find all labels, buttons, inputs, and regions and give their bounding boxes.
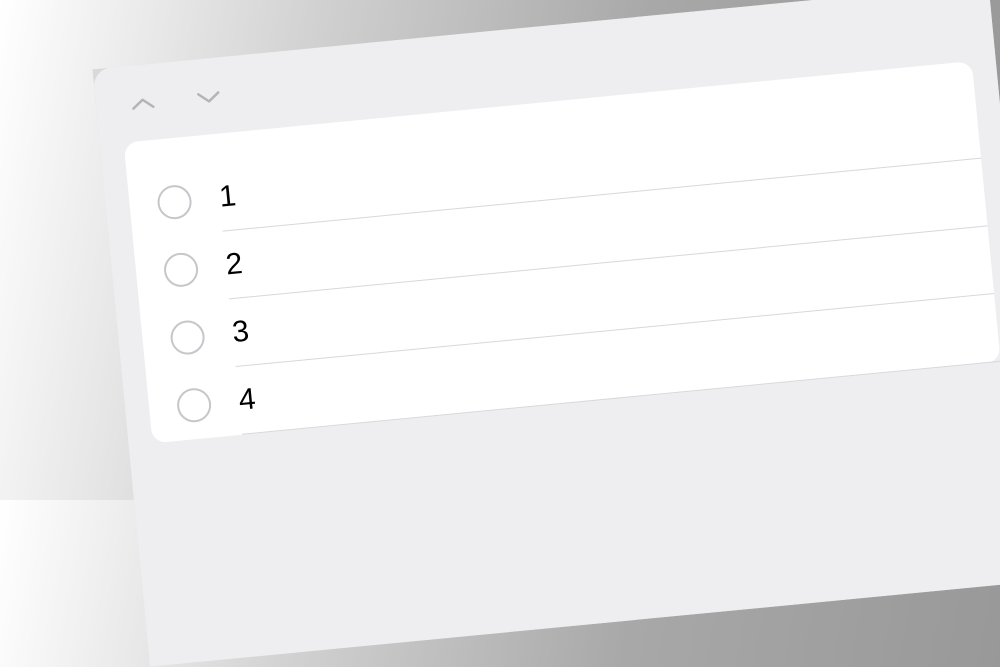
- list-item-label: 1: [218, 179, 238, 214]
- radio-unchecked-icon[interactable]: [156, 184, 193, 221]
- nav-up-button[interactable]: [127, 91, 159, 116]
- list-item-label: 2: [224, 247, 244, 282]
- radio-unchecked-icon[interactable]: [176, 387, 213, 424]
- list-item-label: 4: [237, 382, 257, 417]
- inner-panel: 1 2 3 4: [92, 0, 1000, 667]
- chevron-down-icon: [195, 88, 222, 106]
- chevron-up-icon: [129, 95, 156, 113]
- radio-unchecked-icon[interactable]: [169, 319, 206, 356]
- nav-down-button[interactable]: [193, 85, 225, 110]
- outer-panel: 1 2 3 4: [92, 0, 1000, 667]
- radio-unchecked-icon[interactable]: [163, 251, 200, 288]
- list-item-label: 3: [231, 315, 251, 350]
